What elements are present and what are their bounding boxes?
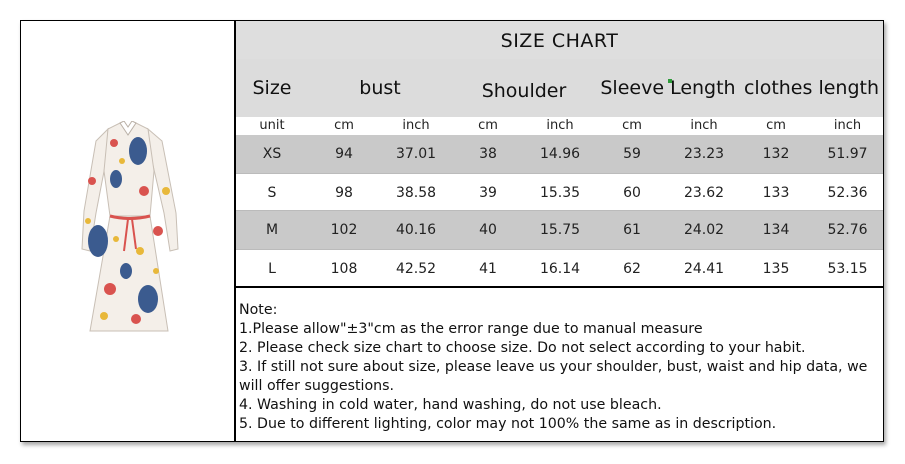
size-table: SIZE CHART Size bust Shoulder Sleeve Len… [236, 21, 883, 287]
header-shoulder: Shoulder [481, 80, 567, 102]
table-row: S 98 38.58 39 15.35 60 23.62 133 52.36 [236, 173, 883, 211]
table-cell: 135 [762, 261, 790, 277]
table-cell: 53.15 [827, 261, 868, 277]
unit-cell: cm [766, 118, 786, 133]
table-cell: 94 [335, 146, 353, 162]
table-cell: 14.96 [539, 146, 581, 162]
table-cell: 52.76 [827, 222, 868, 238]
table-cell: 132 [762, 146, 790, 162]
table-cell: 62 [623, 261, 641, 277]
unit-row: unit cm inch cm inch cm inch cm inch [236, 117, 883, 135]
size-cell: M [265, 222, 279, 238]
table-cell: 16.14 [539, 261, 581, 277]
product-photo-panel [21, 21, 236, 441]
corner-mark [668, 79, 672, 83]
table-cell: 15.35 [539, 185, 581, 201]
header-row: Size bust Shoulder Sleeve Length clothes… [236, 59, 883, 117]
note-item: 3. If still not sure about size, please … [239, 359, 868, 394]
table-cell: 24.41 [683, 261, 725, 277]
table-cell: 133 [762, 185, 790, 201]
table-cell: 38.58 [395, 185, 437, 201]
note-item: 5. Due to different lighting, color may … [239, 416, 777, 432]
notes-heading: Note: [239, 302, 278, 318]
note-item: 4. Washing in cold water, hand washing, … [239, 397, 662, 413]
size-cell: L [268, 261, 276, 277]
table-title: SIZE CHART [236, 21, 883, 59]
table-cell: 24.02 [683, 222, 725, 238]
unit-cell: inch [546, 118, 574, 133]
table-cell: 39 [479, 185, 497, 201]
note-item: 1.Please allow"±3"cm as the error range … [239, 321, 703, 337]
size-cell: XS [262, 146, 282, 162]
table-cell: 40 [479, 222, 497, 238]
table-cell: 38 [479, 146, 497, 162]
table-cell: 15.75 [539, 222, 581, 238]
table-row: XS 94 37.01 38 14.96 59 23.23 132 51.97 [236, 135, 883, 173]
table-row: M 102 40.16 40 15.75 61 24.02 134 52.76 [236, 211, 883, 249]
table-cell: 23.23 [683, 146, 725, 162]
size-chart-card: SIZE CHART Size bust Shoulder Sleeve Len… [20, 20, 884, 442]
header-clothes-length: clothes length [743, 77, 880, 99]
dress-product-image [81, 121, 179, 332]
notes-section: Note: 1.Please allow"±3"cm as the error … [239, 301, 879, 434]
divider [236, 286, 883, 288]
table-cell: 108 [330, 261, 358, 277]
table-cell: 98 [335, 185, 353, 201]
table-cell: 23.62 [683, 185, 725, 201]
unit-cell: inch [690, 118, 718, 133]
size-cell: S [267, 185, 277, 201]
header-bust: bust [359, 77, 401, 99]
unit-cell: cm [478, 118, 498, 133]
header-sleeve-length: Sleeve Length [600, 77, 736, 99]
table-cell: 37.01 [395, 146, 437, 162]
table-cell: 60 [623, 185, 641, 201]
unit-cell: inch [833, 118, 862, 133]
table-cell: 59 [623, 146, 641, 162]
table-cell: 52.36 [827, 185, 868, 201]
table-cell: 42.52 [395, 261, 437, 277]
unit-cell: cm [334, 118, 354, 133]
note-item: 2. Please check size chart to choose siz… [239, 340, 806, 356]
table-row: L 108 42.52 41 16.14 62 24.41 135 53.15 [236, 249, 883, 287]
table-cell: 51.97 [827, 146, 868, 162]
table-cell: 40.16 [395, 222, 437, 238]
header-size: Size [252, 77, 292, 99]
table-cell: 102 [330, 222, 358, 238]
table-cell: 61 [623, 222, 641, 238]
table-cell: 134 [762, 222, 790, 238]
table-cell: 41 [479, 261, 497, 277]
unit-label: unit [259, 118, 285, 133]
unit-cell: cm [622, 118, 642, 133]
unit-cell: inch [402, 118, 430, 133]
